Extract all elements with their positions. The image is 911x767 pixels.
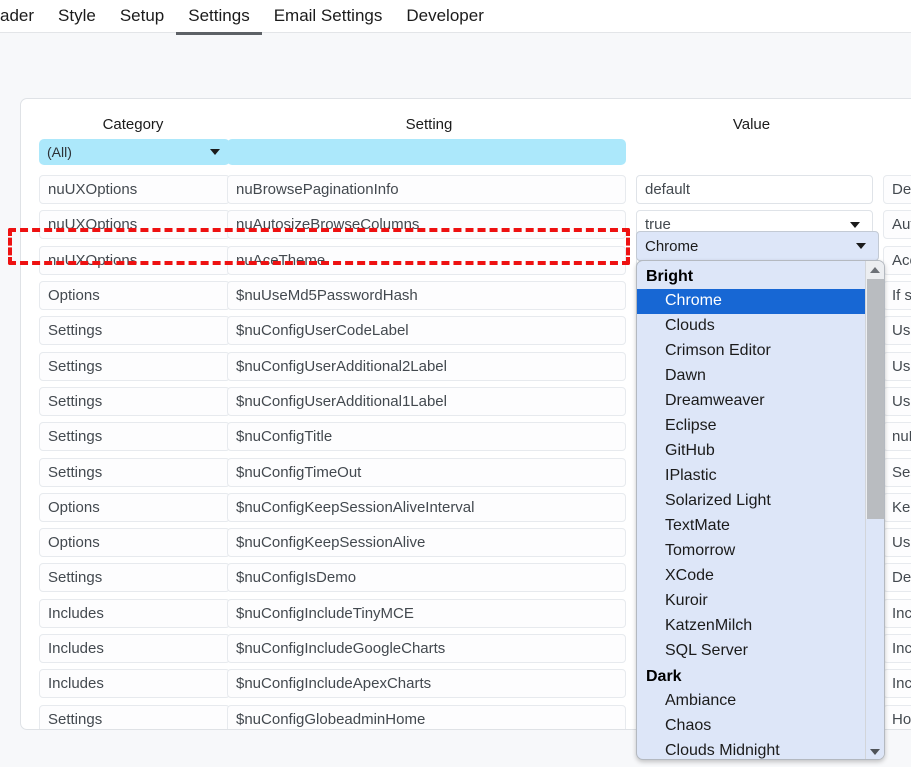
cell-category[interactable]: Settings: [39, 704, 230, 729]
cell-category[interactable]: Settings: [39, 563, 230, 593]
cell-setting[interactable]: $nuConfigKeepSessionAliveInterval: [227, 492, 626, 522]
cell-setting[interactable]: $nuConfigUserCodeLabel: [227, 316, 626, 346]
scrollbar-track[interactable]: [866, 519, 884, 743]
chevron-down-icon: [856, 243, 866, 249]
cell-category[interactable]: Includes: [39, 598, 230, 628]
cell-setting[interactable]: nuBrowsePaginationInfo: [227, 175, 626, 205]
cell-setting[interactable]: $nuUseMd5PasswordHash: [227, 281, 626, 311]
dropdown-option[interactable]: SQL Server: [637, 639, 867, 664]
scrollbar-thumb[interactable]: [867, 279, 884, 519]
scroll-up-button[interactable]: [866, 261, 884, 279]
dropdown-option[interactable]: Solarized Light: [637, 489, 867, 514]
cell-description[interactable]: Hom: [883, 704, 911, 729]
cell-description[interactable]: Aut: [883, 210, 911, 240]
cell-value-input[interactable]: default: [636, 175, 873, 205]
dropdown-option[interactable]: Clouds Midnight: [637, 739, 867, 759]
chevron-down-icon: [850, 221, 860, 228]
cell-category[interactable]: Includes: [39, 634, 230, 663]
setting-filter-input[interactable]: [227, 139, 626, 165]
cell-setting[interactable]: nuAutosizeBrowseColumns: [227, 210, 626, 240]
cell-description[interactable]: Kee: [883, 492, 911, 522]
cell-setting[interactable]: nuAceTheme: [227, 245, 626, 275]
cell-setting[interactable]: $nuConfigTitle: [227, 422, 626, 452]
cell-setting[interactable]: $nuConfigIncludeGoogleCharts: [227, 634, 626, 663]
cell-setting[interactable]: $nuConfigUserAdditional1Label: [227, 386, 626, 416]
column-header-setting[interactable]: Setting: [227, 116, 631, 133]
cell-description[interactable]: Incl: [883, 598, 911, 628]
category-filter-value: (All): [47, 144, 72, 160]
dropdown-option[interactable]: TextMate: [637, 514, 867, 539]
ace-theme-select[interactable]: Chrome: [636, 231, 879, 261]
cell-description[interactable]: Use: [883, 316, 911, 346]
dropdown-option[interactable]: KatzenMilch: [637, 614, 867, 639]
cell-category[interactable]: Options: [39, 492, 230, 522]
dropdown-option[interactable]: Chrome: [637, 289, 867, 314]
cell-category[interactable]: Includes: [39, 669, 230, 699]
ace-theme-dropdown-list[interactable]: Bright Chrome Clouds Crimson Editor Dawn Drea…: [636, 260, 885, 760]
nav-tab-email-settings[interactable]: Email Settings: [262, 0, 395, 35]
chevron-down-icon: [210, 149, 220, 155]
caret-down-icon: [870, 749, 880, 755]
cell-description[interactable]: Incl: [883, 634, 911, 663]
dropdown-option[interactable]: Eclipse: [637, 414, 867, 439]
category-filter-select[interactable]: (All): [39, 139, 230, 165]
dropdown-option[interactable]: Ambiance: [637, 689, 867, 714]
dropdown-option[interactable]: GitHub: [637, 439, 867, 464]
cell-category[interactable]: nuUXOptions: [39, 210, 230, 240]
dropdown-option[interactable]: Crimson Editor: [637, 339, 867, 364]
dropdown-option[interactable]: Tomorrow: [637, 539, 867, 564]
cell-category[interactable]: Settings: [39, 422, 230, 452]
cell-setting[interactable]: $nuConfigIsDemo: [227, 563, 626, 593]
dropdown-scrollbar[interactable]: [865, 261, 884, 759]
cell-description[interactable]: nuB: [883, 422, 911, 452]
cell-setting[interactable]: $nuConfigUserAdditional2Label: [227, 351, 626, 381]
cell-description[interactable]: Ses: [883, 457, 911, 487]
dropdown-group-label: Bright: [646, 268, 694, 285]
dropdown-group-label: Dark: [646, 668, 682, 685]
nav-tab-settings[interactable]: Settings: [176, 0, 262, 35]
cell-setting[interactable]: $nuConfigTimeOut: [227, 457, 626, 487]
top-navigation-bar: ader Style Setup Settings Email Settings Deve…: [0, 0, 911, 35]
cell-category[interactable]: Settings: [39, 351, 230, 381]
cell-category[interactable]: Options: [39, 528, 230, 558]
cell-category[interactable]: Settings: [39, 386, 230, 416]
ace-theme-select-value: Chrome: [645, 237, 699, 255]
cell-description[interactable]: Use: [883, 386, 911, 416]
dropdown-option[interactable]: Dreamweaver: [637, 389, 867, 414]
nav-tab-developer[interactable]: Developer: [394, 0, 496, 35]
dropdown-options-container: Bright Chrome Clouds Crimson Editor Dawn Drea…: [637, 261, 867, 759]
table-row[interactable]: nuUXOptions nuBrowsePaginationInfo default…: [21, 172, 911, 207]
cell-description[interactable]: Use: [883, 528, 911, 558]
dropdown-option[interactable]: XCode: [637, 564, 867, 589]
cell-setting[interactable]: $nuConfigKeepSessionAlive: [227, 528, 626, 558]
dropdown-option[interactable]: Kuroir: [637, 589, 867, 614]
scroll-down-button[interactable]: [866, 743, 884, 759]
cell-setting[interactable]: $nuConfigIncludeTinyMCE: [227, 598, 626, 628]
cell-setting[interactable]: $nuConfigGlobeadminHome: [227, 704, 626, 729]
cell-category[interactable]: Settings: [39, 316, 230, 346]
cell-category[interactable]: Options: [39, 281, 230, 311]
column-header-category[interactable]: Category: [25, 116, 241, 133]
dropdown-option[interactable]: Chaos: [637, 714, 867, 739]
nav-tab-ader[interactable]: ader: [0, 0, 46, 35]
cell-category[interactable]: nuUXOptions: [39, 175, 230, 205]
cell-description[interactable]: Incl: [883, 669, 911, 699]
nav-tab-setup[interactable]: Setup: [108, 0, 176, 35]
cell-description[interactable]: Use: [883, 351, 911, 381]
cell-description[interactable]: Dem: [883, 563, 911, 593]
cell-category[interactable]: Settings: [39, 457, 230, 487]
dropdown-option[interactable]: IPlastic: [637, 464, 867, 489]
dropdown-option[interactable]: Clouds: [637, 314, 867, 339]
cell-description[interactable]: If s: [883, 281, 911, 311]
cell-value-text: default: [645, 181, 691, 199]
cell-category[interactable]: nuUXOptions: [39, 245, 230, 275]
column-header-value[interactable]: Value: [633, 116, 870, 133]
cell-setting[interactable]: $nuConfigIncludeApexCharts: [227, 669, 626, 699]
cell-description[interactable]: Def: [883, 175, 911, 205]
dropdown-option[interactable]: Dawn: [637, 364, 867, 389]
nav-tab-style[interactable]: Style: [46, 0, 108, 35]
caret-up-icon: [870, 267, 880, 273]
cell-description[interactable]: Ace: [883, 245, 911, 275]
